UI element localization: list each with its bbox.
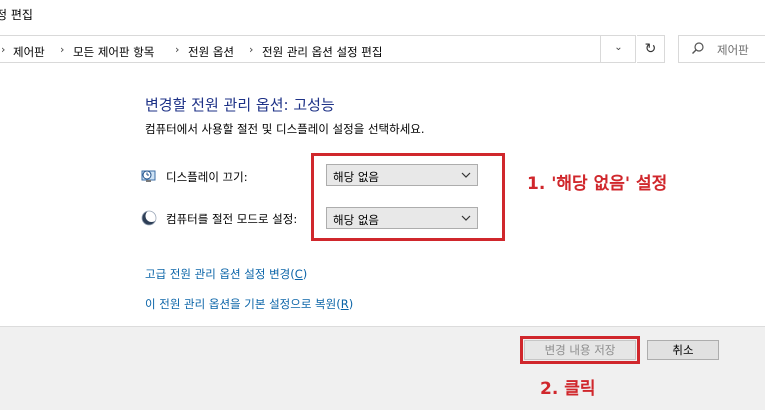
moon-icon xyxy=(141,210,157,226)
title-bar: 정 편집 xyxy=(0,0,765,30)
breadcrumb-item-control-panel[interactable]: 제어판 xyxy=(13,44,45,60)
breadcrumb-item-edit-plan[interactable]: 전원 관리 옵션 설정 편집 xyxy=(262,44,382,60)
address-history-button[interactable]: ⌄ xyxy=(600,35,636,63)
restore-defaults-link[interactable]: 이 전원 관리 옵션을 기본 설정으로 복원(R) xyxy=(145,296,353,312)
advanced-settings-close-paren: ) xyxy=(302,267,308,281)
window-title: 정 편집 xyxy=(0,8,33,22)
page-subtitle: 컴퓨터에서 사용할 절전 및 디스플레이 설정을 선택하세요. xyxy=(145,122,425,136)
advanced-settings-accelerator: C xyxy=(294,267,303,281)
annotation-highlight-save xyxy=(520,336,640,364)
annotation-highlight-selects xyxy=(311,153,505,241)
advanced-settings-link-text: 고급 전원 관리 옵션 설정 변경( xyxy=(145,267,295,281)
refresh-button[interactable]: ↻ xyxy=(637,35,665,63)
refresh-icon: ↻ xyxy=(644,41,657,57)
annotation-step2: 2. 클릭 xyxy=(540,379,596,399)
breadcrumb[interactable]: › 제어판 › 모든 제어판 항목 › 전원 옵션 › 전원 관리 옵션 설정 … xyxy=(0,35,636,63)
sleep-label: 컴퓨터를 절전 모드로 설정: xyxy=(166,212,298,226)
page-title: 변경할 전원 관리 옵션: 고성능 xyxy=(145,96,335,114)
restore-defaults-close-paren: ) xyxy=(348,297,354,311)
chevron-right-icon[interactable]: › xyxy=(175,43,179,56)
search-placeholder: 제어판 xyxy=(717,43,749,57)
chevron-right-icon[interactable]: › xyxy=(249,43,253,56)
breadcrumb-item-all-items[interactable]: 모든 제어판 항목 xyxy=(73,44,154,60)
chevron-right-icon: › xyxy=(1,43,6,56)
display-off-label: 디스플레이 끄기: xyxy=(166,170,248,184)
chevron-down-icon: ⌄ xyxy=(614,42,623,53)
monitor-clock-icon xyxy=(141,170,156,182)
address-bar: › 제어판 › 모든 제어판 항목 › 전원 옵션 › 전원 관리 옵션 설정 … xyxy=(0,33,765,67)
restore-defaults-link-text: 이 전원 관리 옵션을 기본 설정으로 복원( xyxy=(145,297,341,311)
annotation-step1: 1. '해당 없음' 설정 xyxy=(527,174,668,194)
chevron-right-icon[interactable]: › xyxy=(60,43,64,56)
search-input[interactable]: 제어판 xyxy=(678,35,765,63)
breadcrumb-item-power-options[interactable]: 전원 옵션 xyxy=(188,44,234,60)
cancel-button[interactable]: 취소 xyxy=(647,340,719,360)
restore-defaults-accelerator: R xyxy=(340,297,349,311)
search-icon xyxy=(692,42,704,54)
advanced-settings-link[interactable]: 고급 전원 관리 옵션 설정 변경(C) xyxy=(145,266,307,282)
